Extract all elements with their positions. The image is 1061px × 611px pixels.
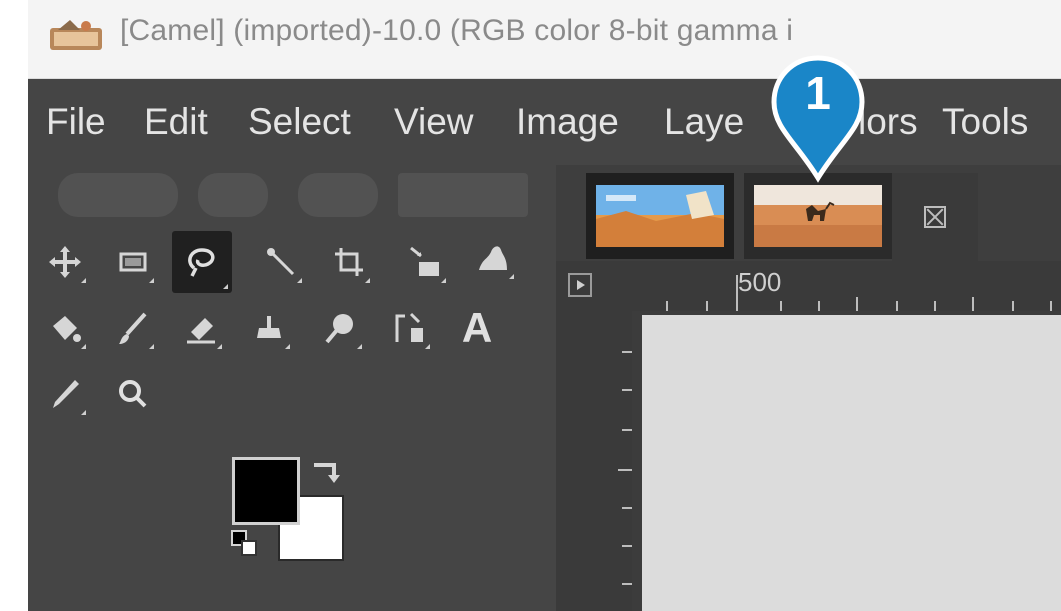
warp-transform-tool[interactable] [468,233,518,283]
image-canvas[interactable] [642,315,1061,611]
foreground-color-swatch[interactable] [232,457,300,525]
vertical-ruler [556,311,632,611]
bucket-fill-icon [53,316,81,342]
clone-icon [257,316,281,338]
screenshot: [Camel] (imported)-10.0 (RGB color 8-bit… [28,0,1061,611]
image-window-area: 500 [556,165,1061,611]
bucket-fill-tool[interactable] [40,303,90,353]
menu-tools[interactable]: Tools [942,101,1028,143]
clone-tool[interactable] [244,303,294,353]
desert-thumbnail-1 [596,185,724,247]
measure-icon [267,248,295,276]
menu-file[interactable]: File [46,101,106,143]
smudge-icon [325,314,353,344]
color-picker-tool[interactable] [40,369,90,419]
warp-transform-icon [479,246,507,270]
paths-icon [395,312,423,342]
close-icon [924,206,946,228]
crop-tool[interactable] [324,237,374,287]
camel-thumbnail [754,185,882,247]
menu-bar: File Edit Select View Image Laye lors To… [28,79,1061,165]
ruler-label: 500 [738,267,782,297]
move-icon [49,246,81,278]
horizontal-ruler: 500 [556,261,1061,311]
menu-edit[interactable]: Edit [144,101,208,143]
reset-colors-icon[interactable] [230,529,260,559]
eraser-tool[interactable] [176,303,226,353]
paths-tool[interactable] [384,303,434,353]
menu-select[interactable]: Select [248,101,351,143]
blurred-toolbar-row [48,165,528,225]
gimp-app-icon [50,20,102,50]
callout-number: 1 [805,67,831,119]
zoom-tool[interactable] [108,369,158,419]
title-bar: [Camel] (imported)-10.0 (RGB color 8-bit… [28,0,1061,79]
quick-mask-toggle[interactable] [568,273,592,297]
text-tool[interactable]: A [452,303,502,353]
toolbox-panel: A [28,165,556,611]
unified-transform-tool[interactable] [400,237,450,287]
paintbrush-tool[interactable] [108,303,158,353]
callout-marker: 1 [768,54,868,184]
image-tab-camel[interactable] [744,173,892,259]
gimp-main-window: File Edit Select View Image Laye lors To… [28,79,1061,611]
color-swatches [228,455,358,575]
menu-layer[interactable]: Laye [664,101,744,143]
unified-transform-icon [410,246,439,276]
measure-tool[interactable] [256,237,306,287]
close-image-tab[interactable] [892,173,978,261]
swap-colors-icon[interactable] [310,457,344,487]
menu-view[interactable]: View [394,101,474,143]
image-tab-desert[interactable] [586,173,734,259]
rect-select-icon [119,252,147,272]
rect-select-tool[interactable] [108,237,158,287]
paintbrush-icon [119,312,147,344]
crop-icon [335,248,363,276]
window-title: [Camel] (imported)-10.0 (RGB color 8-bit… [120,14,794,47]
eraser-icon [187,318,215,344]
zoom-icon [119,380,147,408]
color-picker-icon [53,380,79,408]
free-select-tool[interactable] [172,231,232,293]
free-select-icon [188,248,215,277]
menu-image[interactable]: Image [516,101,619,143]
move-tool[interactable] [40,237,90,287]
smudge-tool[interactable] [316,303,366,353]
text-tool-icon: A [461,304,493,351]
